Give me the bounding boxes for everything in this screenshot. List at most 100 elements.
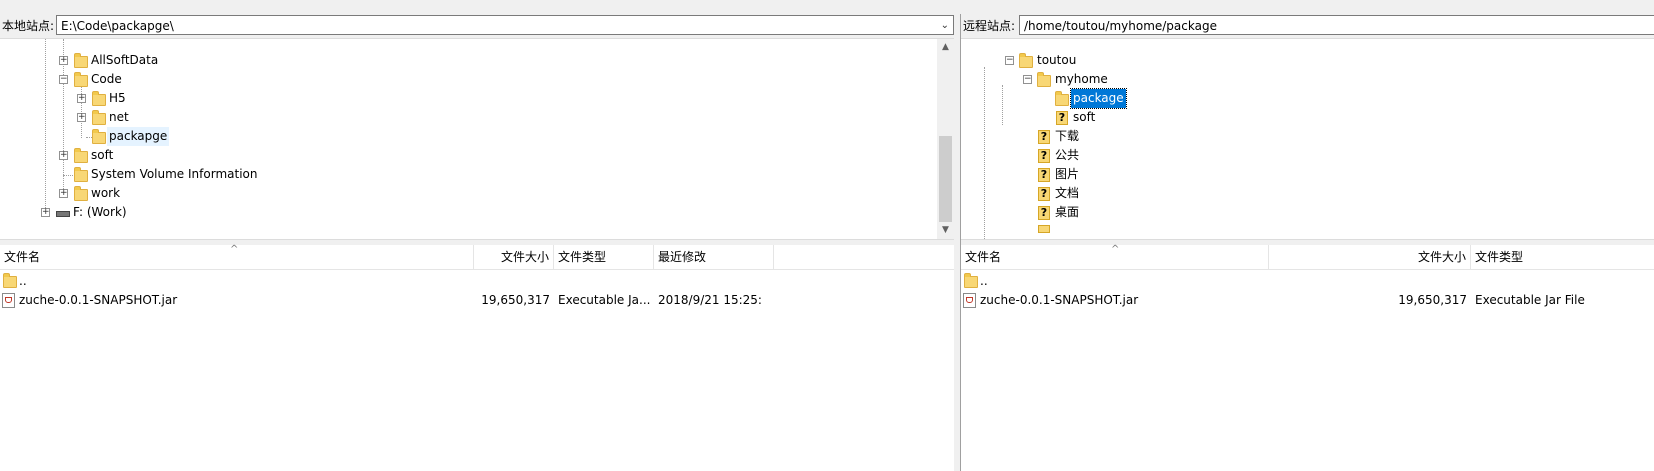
local-tree-item-system-volume-information[interactable]: System Volume Information [0, 165, 500, 184]
folder-icon [74, 148, 88, 163]
remote-tree-item-package[interactable]: package [961, 88, 1561, 109]
local-path-dropdown-icon[interactable]: ⌄ [941, 16, 949, 36]
expand-icon[interactable]: + [59, 151, 68, 160]
local-tree-item-soft[interactable]: + soft [0, 146, 500, 165]
unknown-folder-icon: ? [1038, 187, 1050, 201]
file-row-zuche-jar[interactable]: zuche-0.0.1-SNAPSHOT.jar 19,650,317 Exec… [0, 289, 954, 311]
column-header-label: 最近修改 [658, 250, 707, 264]
expand-icon[interactable]: + [59, 189, 68, 198]
local-address-bar: 本地站点: E:\Code\packapge\ ⌄ [0, 14, 954, 39]
file-row-zuche-jar[interactable]: zuche-0.0.1-SNAPSHOT.jar 19,650,317 Exec… [961, 289, 1654, 311]
file-size: 19,650,317 [481, 293, 550, 307]
collapse-icon[interactable]: − [1023, 75, 1032, 84]
file-size: 19,650,317 [1398, 293, 1467, 307]
expand-icon[interactable]: + [77, 94, 86, 103]
sort-caret-icon: ^ [1111, 244, 1120, 255]
collapse-icon[interactable]: − [1005, 56, 1014, 65]
folder-icon [74, 186, 88, 201]
expand-icon[interactable]: + [41, 208, 50, 217]
scrollbar-thumb[interactable] [939, 136, 952, 222]
file-modified: 2018/9/21 15:25: [658, 293, 762, 307]
folder-icon [92, 91, 106, 106]
collapse-icon[interactable]: − [59, 75, 68, 84]
unknown-folder-icon: ? [1038, 130, 1050, 144]
local-file-list-header: 文件名 ^ 文件大小 文件类型 最近修改 [0, 244, 954, 270]
local-tree-item-allsoftdata[interactable]: + AllSoftData [0, 51, 500, 70]
folder-icon [92, 129, 106, 144]
file-name: zuche-0.0.1-SNAPSHOT.jar [19, 293, 178, 307]
tree-item-label: packapge [107, 127, 170, 146]
remote-path-input[interactable]: /home/toutou/myhome/package [1019, 15, 1654, 35]
unknown-folder-icon: ? [1056, 111, 1068, 125]
local-tree-item-code[interactable]: − Code [0, 70, 500, 89]
remote-directory-tree[interactable]: − toutou − myhome package ? soft ? 下载 ? … [961, 39, 1654, 239]
folder-icon [74, 72, 88, 87]
remote-tree-item-documents[interactable]: ? 文档 [961, 184, 1561, 203]
tree-item-label: F: (Work) [73, 205, 127, 219]
tree-item-label: soft [1073, 110, 1096, 124]
remote-site-pane: 远程站点: /home/toutou/myhome/package − tout… [960, 14, 1654, 471]
column-header-name[interactable]: 文件名 ^ [961, 244, 1269, 269]
folder-icon [74, 53, 88, 68]
tree-item-label: 公共 [1055, 148, 1080, 162]
remote-file-list-header: 文件名 ^ 文件大小 文件类型 [961, 244, 1654, 270]
local-tree-item-drive-f[interactable]: + F: (Work) [0, 203, 500, 222]
tree-item-label: work [91, 186, 121, 200]
column-header-size[interactable]: 文件大小 [1269, 245, 1471, 269]
local-site-pane: 本地站点: E:\Code\packapge\ ⌄ + AllSoftData … [0, 14, 954, 471]
column-header-name[interactable]: 文件名 ^ [0, 244, 474, 269]
local-address-label: 本地站点: [2, 19, 55, 33]
tree-item-label: toutou [1037, 53, 1077, 67]
folder-icon [74, 167, 88, 182]
scroll-down-icon[interactable]: ▼ [937, 222, 954, 239]
tree-item-label: H5 [109, 91, 126, 105]
remote-tree-item-toutou[interactable]: − toutou [961, 51, 1561, 70]
tree-item-label: net [109, 110, 129, 124]
scroll-up-icon[interactable]: ▲ [937, 39, 954, 56]
column-header-type[interactable]: 文件类型 [1471, 245, 1654, 269]
sort-caret-icon: ^ [230, 244, 239, 255]
column-header-label: 文件类型 [1475, 250, 1524, 264]
tree-item-label: myhome [1055, 72, 1108, 86]
remote-tree-item-myhome[interactable]: − myhome [961, 70, 1561, 89]
local-path-value: E:\Code\packapge\ [61, 19, 174, 33]
local-tree-item-packapge[interactable]: packapge [0, 127, 500, 146]
local-tree-item-work[interactable]: + work [0, 184, 500, 203]
expand-icon[interactable]: + [77, 113, 86, 122]
unknown-folder-icon [1038, 225, 1050, 233]
folder-icon [1037, 72, 1051, 87]
tree-item-label: 下载 [1055, 129, 1080, 143]
remote-file-list[interactable]: .. zuche-0.0.1-SNAPSHOT.jar 19,650,317 E… [961, 270, 1654, 471]
remote-address-label: 远程站点: [963, 19, 1016, 33]
tree-item-label: System Volume Information [91, 167, 258, 181]
local-tree-scrollbar[interactable]: ▲ ▼ [937, 39, 954, 239]
remote-tree-item-soft[interactable]: ? soft [961, 108, 1561, 127]
remote-tree-item-downloads[interactable]: ? 下载 [961, 127, 1561, 146]
tree-item-label: 图片 [1055, 167, 1080, 181]
jar-file-icon [2, 293, 15, 308]
local-path-input[interactable]: E:\Code\packapge\ ⌄ [56, 15, 954, 35]
folder-icon [92, 110, 106, 125]
remote-tree-item-pictures[interactable]: ? 图片 [961, 165, 1561, 184]
column-header-type[interactable]: 文件类型 [554, 245, 654, 269]
unknown-folder-icon: ? [1038, 168, 1050, 182]
remote-address-bar: 远程站点: /home/toutou/myhome/package [961, 14, 1654, 39]
column-header-label: 文件名 [965, 250, 1002, 264]
remote-tree-item-public[interactable]: ? 公共 [961, 146, 1561, 165]
file-name: zuche-0.0.1-SNAPSHOT.jar [980, 293, 1139, 307]
unknown-folder-icon: ? [1038, 149, 1050, 163]
local-tree-item-h5[interactable]: + H5 [0, 89, 500, 108]
local-directory-tree[interactable]: + AllSoftData − Code + H5 + net packapge [0, 39, 954, 239]
tree-item-label: Code [91, 72, 122, 86]
local-tree-item-net[interactable]: + net [0, 108, 500, 127]
column-header-modified[interactable]: 最近修改 [654, 245, 774, 269]
column-header-size[interactable]: 文件大小 [474, 245, 554, 269]
local-file-list[interactable]: .. zuche-0.0.1-SNAPSHOT.jar 19,650,317 E… [0, 270, 954, 471]
tree-item-label: package [1070, 88, 1127, 109]
file-type: Executable Ja... [558, 293, 651, 307]
remote-tree-item-desktop[interactable]: ? 桌面 [961, 203, 1561, 222]
tree-item-label: AllSoftData [91, 53, 159, 67]
expand-icon[interactable]: + [59, 56, 68, 65]
file-type: Executable Jar File [1475, 293, 1585, 307]
folder-icon [1019, 53, 1033, 68]
